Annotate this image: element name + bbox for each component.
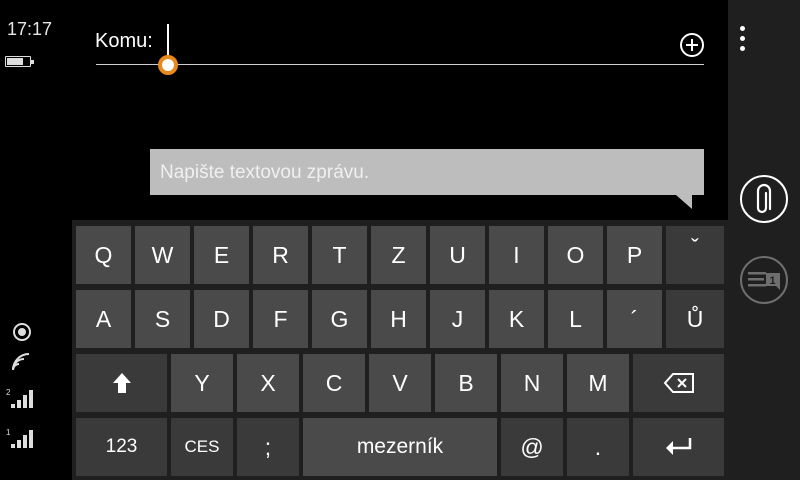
at-key[interactable]: @ [501, 418, 563, 476]
semicolon-key[interactable]: ; [237, 418, 299, 476]
key[interactable]: Q [76, 226, 131, 284]
backspace-key[interactable] [633, 354, 724, 412]
key[interactable]: B [435, 354, 497, 412]
enter-icon [665, 438, 691, 455]
key[interactable]: R [253, 226, 308, 284]
numbers-key[interactable]: 123 [76, 418, 167, 476]
add-contact-icon[interactable] [680, 33, 704, 57]
backspace-icon [663, 373, 694, 393]
key[interactable]: Z [371, 226, 426, 284]
key[interactable]: S [135, 290, 190, 348]
recipient-label: Komu: [95, 30, 153, 52]
key[interactable]: K [489, 290, 544, 348]
key[interactable]: ´ [607, 290, 662, 348]
key[interactable]: ˇ [666, 226, 724, 284]
key[interactable]: T [312, 226, 367, 284]
key[interactable]: O [548, 226, 603, 284]
shift-icon [112, 373, 131, 393]
svg-text:1: 1 [6, 428, 11, 437]
key[interactable]: C [303, 354, 365, 412]
sms-button[interactable]: 1 [740, 256, 788, 304]
signal-icon: 2 [6, 388, 33, 408]
attach-button[interactable] [740, 175, 788, 223]
enter-key[interactable] [633, 418, 724, 476]
key[interactable]: G [312, 290, 367, 348]
key[interactable]: X [237, 354, 299, 412]
location-icon [13, 323, 31, 341]
shift-key[interactable] [76, 354, 167, 412]
key[interactable]: J [430, 290, 485, 348]
wifi-icon [12, 353, 30, 371]
signal-icon: 1 [6, 428, 33, 448]
key[interactable]: I [489, 226, 544, 284]
key[interactable]: L [548, 290, 603, 348]
svg-text:2: 2 [6, 388, 11, 397]
battery-icon [5, 56, 34, 67]
app-bar [728, 0, 800, 480]
text-cursor [167, 24, 169, 58]
key[interactable]: V [369, 354, 431, 412]
language-key[interactable]: CES [171, 418, 233, 476]
status-bar: 17:17 2 1 [0, 0, 72, 480]
keyboard: Q W E R T Z U I O P ˇ A S D F G H J K L … [72, 220, 728, 480]
key[interactable]: P [607, 226, 662, 284]
more-icon[interactable] [732, 20, 752, 56]
clock: 17:17 [7, 19, 53, 39]
key[interactable]: D [194, 290, 249, 348]
attach-icon [756, 183, 772, 214]
key[interactable]: H [371, 290, 426, 348]
cursor-handle[interactable] [158, 55, 178, 75]
key[interactable]: N [501, 354, 563, 412]
sms-badge: 1 [770, 275, 776, 287]
key[interactable]: Ů [666, 290, 724, 348]
period-key[interactable]: . [567, 418, 629, 476]
key[interactable]: A [76, 290, 131, 348]
recipient-input[interactable] [96, 64, 704, 65]
key[interactable]: Y [171, 354, 233, 412]
message-input[interactable]: Napište textovou zprávu. [150, 149, 704, 195]
space-key[interactable]: mezerník [303, 418, 497, 476]
key[interactable]: W [135, 226, 190, 284]
sms-icon: 1 [748, 272, 780, 290]
bubble-tail [676, 195, 692, 209]
key[interactable]: E [194, 226, 249, 284]
key[interactable]: U [430, 226, 485, 284]
message-placeholder: Napište textovou zprávu. [160, 162, 370, 183]
key[interactable]: M [567, 354, 629, 412]
key[interactable]: F [253, 290, 308, 348]
